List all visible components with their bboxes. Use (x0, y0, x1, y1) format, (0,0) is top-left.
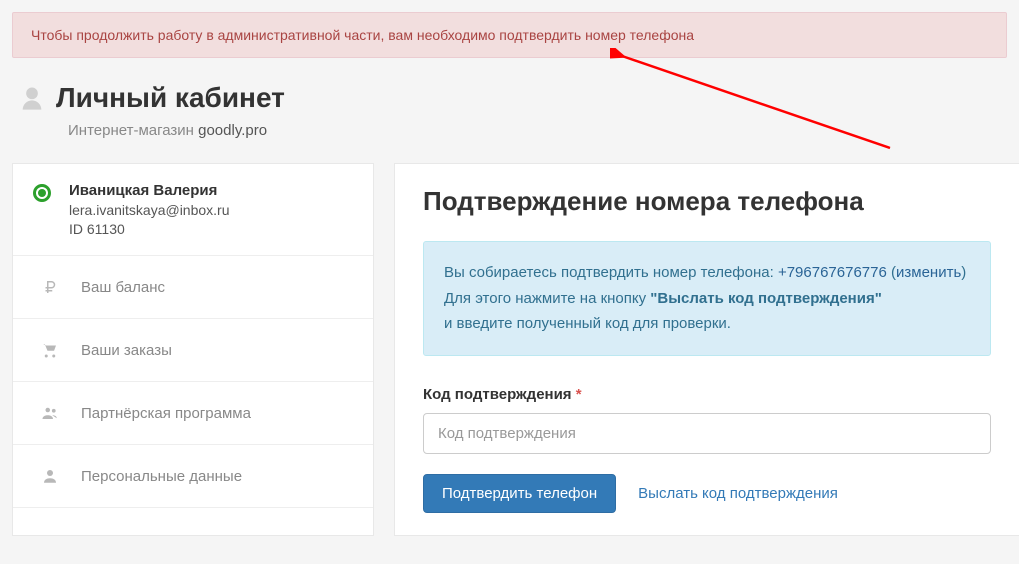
page-header: Личный кабинет Интернет-магазин goodly.p… (0, 58, 1019, 149)
cart-icon (41, 341, 59, 359)
change-phone-link[interactable]: изменить (896, 264, 961, 281)
main-title: Подтверждение номера телефона (423, 186, 991, 217)
sidebar: Иваницкая Валерия lera.ivanitskaya@inbox… (12, 163, 374, 536)
sidebar-item-balance[interactable]: Ваш баланс (13, 256, 373, 319)
sidebar-item-personal[interactable]: Персональные данные (13, 445, 373, 508)
sidebar-item-label: Ваш баланс (81, 279, 165, 296)
users-icon (41, 404, 59, 422)
sidebar-item-orders[interactable]: Ваши заказы (13, 319, 373, 382)
page-subtitle: Интернет-магазин goodly.pro (68, 122, 285, 139)
alert-text: Чтобы продолжить работу в административн… (31, 27, 694, 43)
confirmation-code-input[interactable] (423, 413, 991, 454)
required-mark: * (576, 386, 582, 403)
sidebar-item-affiliate[interactable]: Партнёрская программа (13, 382, 373, 445)
store-domain: goodly.pro (198, 122, 267, 139)
alert-banner: Чтобы продолжить работу в административн… (12, 12, 1007, 58)
sidebar-item-label: Партнёрская программа (81, 405, 251, 422)
info-bold-instruction: "Выслать код подтверждения" (650, 290, 882, 307)
online-status-icon (33, 184, 51, 202)
sidebar-item-label: Персональные данные (81, 468, 242, 485)
phone-number: +796767676776 (778, 264, 887, 281)
info-box: Вы собираетесь подтвердить номер телефон… (423, 241, 991, 356)
avatar-placeholder-icon (18, 84, 46, 112)
ruble-icon (41, 278, 59, 296)
main-panel: Подтверждение номера телефона Вы собирае… (394, 163, 1019, 536)
user-name: Иваницкая Валерия (69, 182, 230, 199)
user-block: Иваницкая Валерия lera.ivanitskaya@inbox… (13, 164, 373, 256)
code-label: Код подтверждения * (423, 386, 991, 403)
confirm-phone-button[interactable]: Подтвердить телефон (423, 474, 616, 513)
resend-code-link[interactable]: Выслать код подтверждения (638, 485, 838, 502)
user-email: lera.ivanitskaya@inbox.ru (69, 202, 230, 218)
page-title: Личный кабинет (56, 82, 285, 114)
user-icon (41, 467, 59, 485)
sidebar-item-label: Ваши заказы (81, 342, 172, 359)
user-id: ID 61130 (69, 221, 230, 237)
